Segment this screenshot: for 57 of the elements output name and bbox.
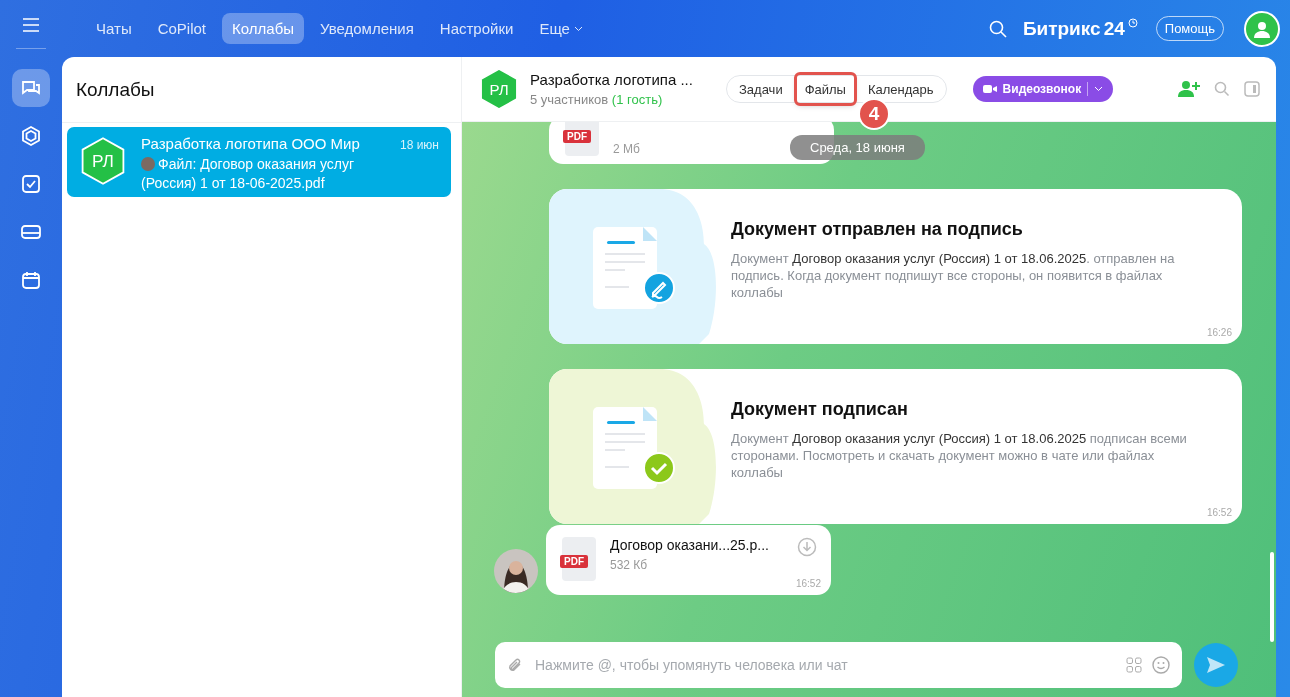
- nav-tab[interactable]: Коллабы: [222, 13, 304, 44]
- calendar-icon: [22, 271, 40, 289]
- search-icon[interactable]: [1214, 81, 1230, 97]
- smiley-icon[interactable]: [1152, 656, 1170, 674]
- collab-avatar: РЛ: [478, 68, 520, 110]
- nav-tab[interactable]: CoPilot: [147, 13, 217, 44]
- message-field[interactable]: Нажмите @, чтобы упомянуть человека или чат: [495, 642, 1182, 688]
- add-user-icon[interactable]: [1178, 80, 1200, 98]
- collab-item[interactable]: РЛ Разработка логотипа ООО Мир 18 июн Файл: Договор оказания услуг (Россия) 1 от 18-06-2025.pdf: [67, 127, 451, 197]
- pdf-file-icon: PDF: [565, 122, 599, 156]
- last-message: Файл: Договор оказания услуг (Россия) 1 от 18-06-2025.pdf: [141, 155, 356, 193]
- download-icon[interactable]: [797, 537, 817, 557]
- collab-avatar: РЛ: [79, 137, 127, 185]
- chat-tab[interactable]: Файлы: [796, 75, 854, 103]
- message-text: Документ Договор оказания услуг (Россия) 1 от 18.06.2025. отправлен на подпись. Когда документ подпишут все стороны, он появится в файлах коллабы: [731, 250, 1176, 301]
- user-avatar[interactable]: [1244, 10, 1280, 47]
- list-title: Коллабы: [62, 57, 461, 123]
- drive-icon: [21, 224, 41, 240]
- more-menu[interactable]: Еще: [533, 19, 589, 38]
- video-call-button[interactable]: Видеозвонок: [972, 76, 1114, 102]
- message-title: Документ подписан: [731, 399, 909, 420]
- file-message[interactable]: PDF Договор оказани...25.p... 532 Кб 16:52: [546, 525, 831, 595]
- chat-tab[interactable]: Задачи: [731, 75, 791, 103]
- video-camera-icon: [982, 84, 997, 94]
- apps-grid-icon[interactable]: [1126, 657, 1142, 673]
- message-text: Документ Договор оказания услуг (Россия) 1 от 18.06.2025 подписан всеми сторонами. Посмотреть и скачать документ можно в чате или файлах коллабы: [731, 430, 1188, 481]
- scrollbar[interactable]: [1270, 552, 1274, 642]
- file-name: Договор оказани...25.p...: [610, 537, 770, 553]
- send-icon: [1206, 656, 1226, 674]
- date-divider: Среда, 18 июня: [790, 135, 925, 160]
- nav-tab[interactable]: Уведомления: [310, 13, 424, 44]
- chat-bubbles-icon: [21, 79, 41, 97]
- message-time: 16:52: [795, 578, 821, 589]
- nav-tab[interactable]: Чаты: [86, 13, 142, 44]
- collab-title: Разработка логотипа ООО Мир: [141, 135, 360, 152]
- message-time: 16:26: [1206, 327, 1232, 338]
- send-button[interactable]: [1194, 643, 1238, 687]
- hexagon-icon: [21, 126, 41, 146]
- logo: Битрикс 24: [1022, 17, 1138, 40]
- rail-button[interactable]: [12, 69, 50, 107]
- collab-date: 18 июн: [400, 138, 439, 152]
- search-icon[interactable]: [988, 19, 1007, 38]
- message-title: Документ отправлен на подпись: [731, 219, 1024, 240]
- chat-title: Разработка логотипа ...: [530, 71, 694, 88]
- members-count: 5 участников (1 гость): [530, 92, 664, 107]
- message-input[interactable]: Нажмите @, чтобы упомянуть человека или чат: [533, 656, 1116, 674]
- pdf-file-icon: PDF: [562, 537, 596, 581]
- sidebar-toggle-icon[interactable]: [1244, 81, 1260, 97]
- caret-icon[interactable]: [1094, 86, 1104, 92]
- step-badge: 4: [858, 98, 890, 130]
- message-time: 16:52: [1206, 507, 1232, 518]
- checkbox-icon: [22, 175, 40, 193]
- caret-icon: [573, 25, 583, 32]
- menu-icon[interactable]: [22, 18, 40, 32]
- paperclip-icon[interactable]: [507, 657, 523, 673]
- file-size: 532 Кб: [610, 558, 649, 572]
- nav-tab[interactable]: Настройки: [429, 13, 524, 44]
